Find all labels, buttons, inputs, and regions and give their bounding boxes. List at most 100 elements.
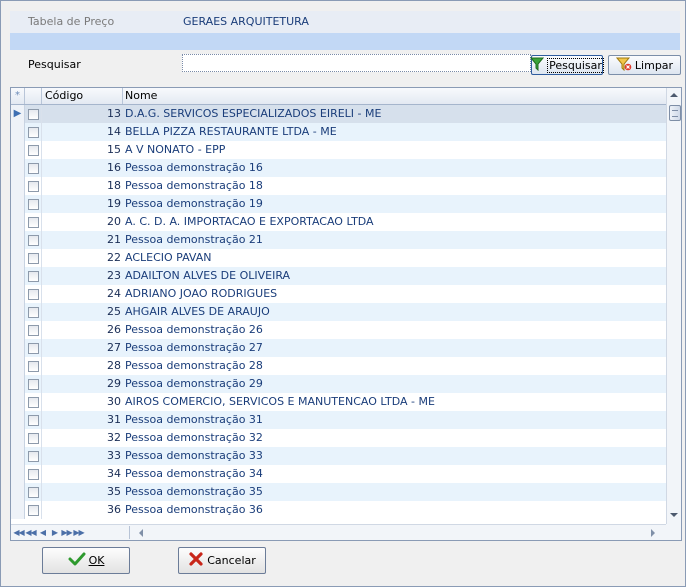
row-checkbox[interactable]	[25, 267, 42, 285]
table-row[interactable]: 29 Pessoa demonstração 29	[11, 375, 666, 393]
table-row[interactable]: 33 Pessoa demonstração 33	[11, 447, 666, 465]
vertical-scrollbar[interactable]	[666, 88, 681, 524]
column-header-code[interactable]: Código	[42, 88, 123, 104]
table-row[interactable]: 14 BELLA PIZZA RESTAURANTE LTDA - ME	[11, 123, 666, 141]
prev-page-icon[interactable]: ◀◀	[25, 526, 36, 540]
row-indicator[interactable]	[11, 483, 25, 501]
ok-button[interactable]: OK	[42, 547, 130, 574]
row-indicator[interactable]	[11, 285, 25, 303]
row-checkbox[interactable]	[25, 483, 42, 501]
next-page-icon[interactable]: ▶▶	[61, 526, 72, 540]
row-checkbox[interactable]	[25, 249, 42, 267]
row-indicator[interactable]	[11, 213, 25, 231]
row-indicator[interactable]	[11, 375, 25, 393]
row-indicator[interactable]	[11, 267, 25, 285]
row-checkbox[interactable]	[25, 447, 42, 465]
table-row[interactable]: 35 Pessoa demonstração 35	[11, 483, 666, 501]
row-code: 32	[107, 431, 121, 444]
row-checkbox[interactable]	[25, 213, 42, 231]
scroll-down-icon[interactable]	[670, 513, 678, 517]
row-pointer-icon[interactable]: ▶	[11, 105, 25, 123]
table-row[interactable]: 31 Pessoa demonstração 31	[11, 411, 666, 429]
row-indicator[interactable]	[11, 429, 25, 447]
table-row[interactable]: 23 ADAILTON ALVES DE OLIVEIRA	[11, 267, 666, 285]
table-row[interactable]: 24 ADRIANO JOAO RODRIGUES	[11, 285, 666, 303]
row-checkbox[interactable]	[25, 321, 42, 339]
row-indicator[interactable]	[11, 339, 25, 357]
row-checkbox[interactable]	[25, 105, 42, 123]
scroll-corner	[666, 524, 681, 540]
next-record-icon[interactable]: ▶	[49, 526, 60, 540]
table-row[interactable]: 27 Pessoa demonstração 27	[11, 339, 666, 357]
scroll-up-icon[interactable]	[670, 93, 678, 97]
row-indicator[interactable]	[11, 141, 25, 159]
row-checkbox[interactable]	[25, 303, 42, 321]
prev-record-icon[interactable]: ◀	[37, 526, 48, 540]
table-row[interactable]: 15 A V NONATO - EPP	[11, 141, 666, 159]
row-checkbox[interactable]	[25, 195, 42, 213]
row-checkbox[interactable]	[25, 357, 42, 375]
row-checkbox[interactable]	[25, 159, 42, 177]
table-row[interactable]: 34 Pessoa demonstração 34	[11, 465, 666, 483]
row-checkbox[interactable]	[25, 375, 42, 393]
row-checkbox[interactable]	[25, 501, 42, 519]
ok-button-label: OK	[88, 554, 105, 567]
table-row[interactable]: 32 Pessoa demonstração 32	[11, 429, 666, 447]
table-row[interactable]: 36 Pessoa demonstração 36	[11, 501, 666, 519]
row-checkbox[interactable]	[25, 177, 42, 195]
row-code: 21	[107, 233, 121, 246]
row-indicator[interactable]	[11, 123, 25, 141]
table-row[interactable]: 30 AIROS COMERCIO, SERVICOS E MANUTENCAO …	[11, 393, 666, 411]
row-indicator[interactable]	[11, 177, 25, 195]
row-indicator[interactable]	[11, 321, 25, 339]
row-indicator[interactable]	[11, 195, 25, 213]
row-indicator[interactable]	[11, 465, 25, 483]
column-header-name[interactable]: Nome	[123, 88, 666, 104]
row-checkbox[interactable]	[25, 123, 42, 141]
row-indicator[interactable]	[11, 159, 25, 177]
row-indicator[interactable]	[11, 501, 25, 519]
column-header-select[interactable]	[25, 88, 42, 104]
search-input[interactable]	[182, 54, 531, 72]
row-checkbox[interactable]	[25, 285, 42, 303]
row-checkbox[interactable]	[25, 339, 42, 357]
row-code: 33	[107, 449, 121, 462]
scroll-thumb[interactable]	[669, 105, 681, 121]
row-name: AHGAIR ALVES DE ARAUJO	[125, 305, 270, 318]
table-row[interactable]: 18 Pessoa demonstração 18	[11, 177, 666, 195]
row-checkbox[interactable]	[25, 465, 42, 483]
row-checkbox[interactable]	[25, 429, 42, 447]
table-row[interactable]: 22 ACLECIO PAVAN	[11, 249, 666, 267]
column-header-indicator[interactable]: *	[11, 88, 25, 104]
scroll-left-icon[interactable]	[139, 529, 143, 537]
row-indicator[interactable]	[11, 357, 25, 375]
row-indicator[interactable]	[11, 393, 25, 411]
scroll-right-icon[interactable]	[651, 529, 655, 537]
last-page-icon[interactable]: ▶▶	[73, 526, 84, 540]
table-row[interactable]: 28 Pessoa demonstração 28	[11, 357, 666, 375]
table-row[interactable]: 19 Pessoa demonstração 19	[11, 195, 666, 213]
filter-icon	[530, 57, 545, 74]
table-row[interactable]: 25 AHGAIR ALVES DE ARAUJO	[11, 303, 666, 321]
row-checkbox[interactable]	[25, 393, 42, 411]
clear-button[interactable]: Limpar	[608, 55, 681, 75]
price-table-row: Tabela de Preço GERAES ARQUITETURA	[10, 11, 680, 33]
first-page-icon[interactable]: ◀◀	[13, 526, 24, 540]
row-checkbox[interactable]	[25, 231, 42, 249]
table-row[interactable]: 26 Pessoa demonstração 26	[11, 321, 666, 339]
search-button[interactable]: Pesquisar	[530, 55, 604, 75]
row-indicator[interactable]	[11, 411, 25, 429]
row-checkbox[interactable]	[25, 141, 42, 159]
row-indicator[interactable]	[11, 303, 25, 321]
table-row[interactable]: 20 A. C. D. A. IMPORTACAO E EXPORTACAO LT…	[11, 213, 666, 231]
cancel-button[interactable]: Cancelar	[178, 547, 266, 574]
table-row[interactable]: 21 Pessoa demonstração 21	[11, 231, 666, 249]
row-indicator[interactable]	[11, 447, 25, 465]
row-indicator[interactable]	[11, 249, 25, 267]
row-indicator[interactable]	[11, 231, 25, 249]
row-checkbox[interactable]	[25, 411, 42, 429]
table-row[interactable]: ▶ 13 D.A.G. SERVICOS ESPECIALIZADOS EIRELI…	[11, 105, 666, 123]
search-button-label: Pesquisar	[547, 57, 604, 73]
row-name: AIROS COMERCIO, SERVICOS E MANUTENCAO LT…	[125, 395, 435, 408]
table-row[interactable]: 16 Pessoa demonstração 16	[11, 159, 666, 177]
